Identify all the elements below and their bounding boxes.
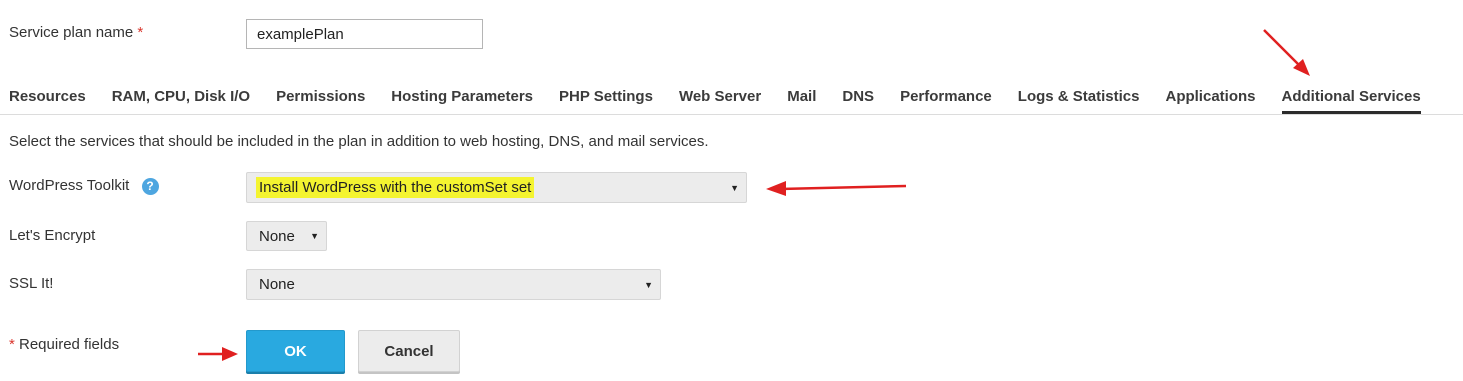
tab-bar: Resources RAM, CPU, Disk I/O Permissions… bbox=[9, 84, 1447, 114]
wordpress-toolkit-selected-value: Install WordPress with the customSet set bbox=[256, 177, 535, 198]
service-plan-name-label: Service plan name * bbox=[9, 24, 143, 41]
lets-encrypt-select[interactable]: None ▼ bbox=[246, 221, 327, 251]
tab-permissions[interactable]: Permissions bbox=[276, 84, 365, 114]
tab-hosting-parameters[interactable]: Hosting Parameters bbox=[391, 84, 533, 114]
ok-button[interactable]: OK bbox=[246, 330, 345, 372]
required-fields-note: * Required fields bbox=[9, 336, 119, 353]
annotation-arrow-tab bbox=[1263, 29, 1310, 76]
required-fields-text: Required fields bbox=[14, 336, 120, 353]
lets-encrypt-label: Let's Encrypt bbox=[9, 227, 96, 244]
cancel-button[interactable]: Cancel bbox=[358, 330, 460, 372]
tab-php-settings[interactable]: PHP Settings bbox=[559, 84, 653, 114]
tab-resources[interactable]: Resources bbox=[9, 84, 86, 114]
chevron-down-icon: ▼ bbox=[310, 231, 319, 241]
ssl-it-selected-value: None bbox=[259, 276, 295, 293]
tab-mail[interactable]: Mail bbox=[787, 84, 816, 114]
tab-performance[interactable]: Performance bbox=[900, 84, 992, 114]
tab-applications[interactable]: Applications bbox=[1165, 84, 1255, 114]
wordpress-toolkit-label: WordPress Toolkit ? bbox=[9, 177, 159, 195]
annotation-arrow-ok bbox=[198, 347, 238, 361]
chevron-down-icon: ▼ bbox=[644, 279, 653, 290]
wordpress-toolkit-label-text: WordPress Toolkit bbox=[9, 177, 130, 194]
service-plan-name-label-text: Service plan name bbox=[9, 24, 134, 41]
service-plan-name-input[interactable] bbox=[246, 19, 483, 49]
tab-additional-services[interactable]: Additional Services bbox=[1281, 84, 1421, 114]
wordpress-toolkit-select[interactable]: Install WordPress with the customSet set… bbox=[246, 172, 747, 203]
tab-web-server[interactable]: Web Server bbox=[679, 84, 761, 114]
tab-ram-cpu-disk[interactable]: RAM, CPU, Disk I/O bbox=[112, 84, 250, 114]
annotation-arrow-select bbox=[766, 181, 907, 196]
tab-logs-statistics[interactable]: Logs & Statistics bbox=[1018, 84, 1140, 114]
help-icon[interactable]: ? bbox=[141, 177, 159, 195]
ssl-it-select[interactable]: None ▼ bbox=[246, 269, 661, 300]
chevron-down-icon: ▼ bbox=[730, 182, 739, 193]
required-asterisk: * bbox=[137, 24, 144, 41]
tab-dns[interactable]: DNS bbox=[842, 84, 874, 114]
tabs-divider bbox=[0, 114, 1463, 115]
ssl-it-label: SSL It! bbox=[9, 275, 54, 292]
lets-encrypt-selected-value: None bbox=[259, 227, 295, 245]
section-description: Select the services that should be inclu… bbox=[9, 133, 709, 150]
